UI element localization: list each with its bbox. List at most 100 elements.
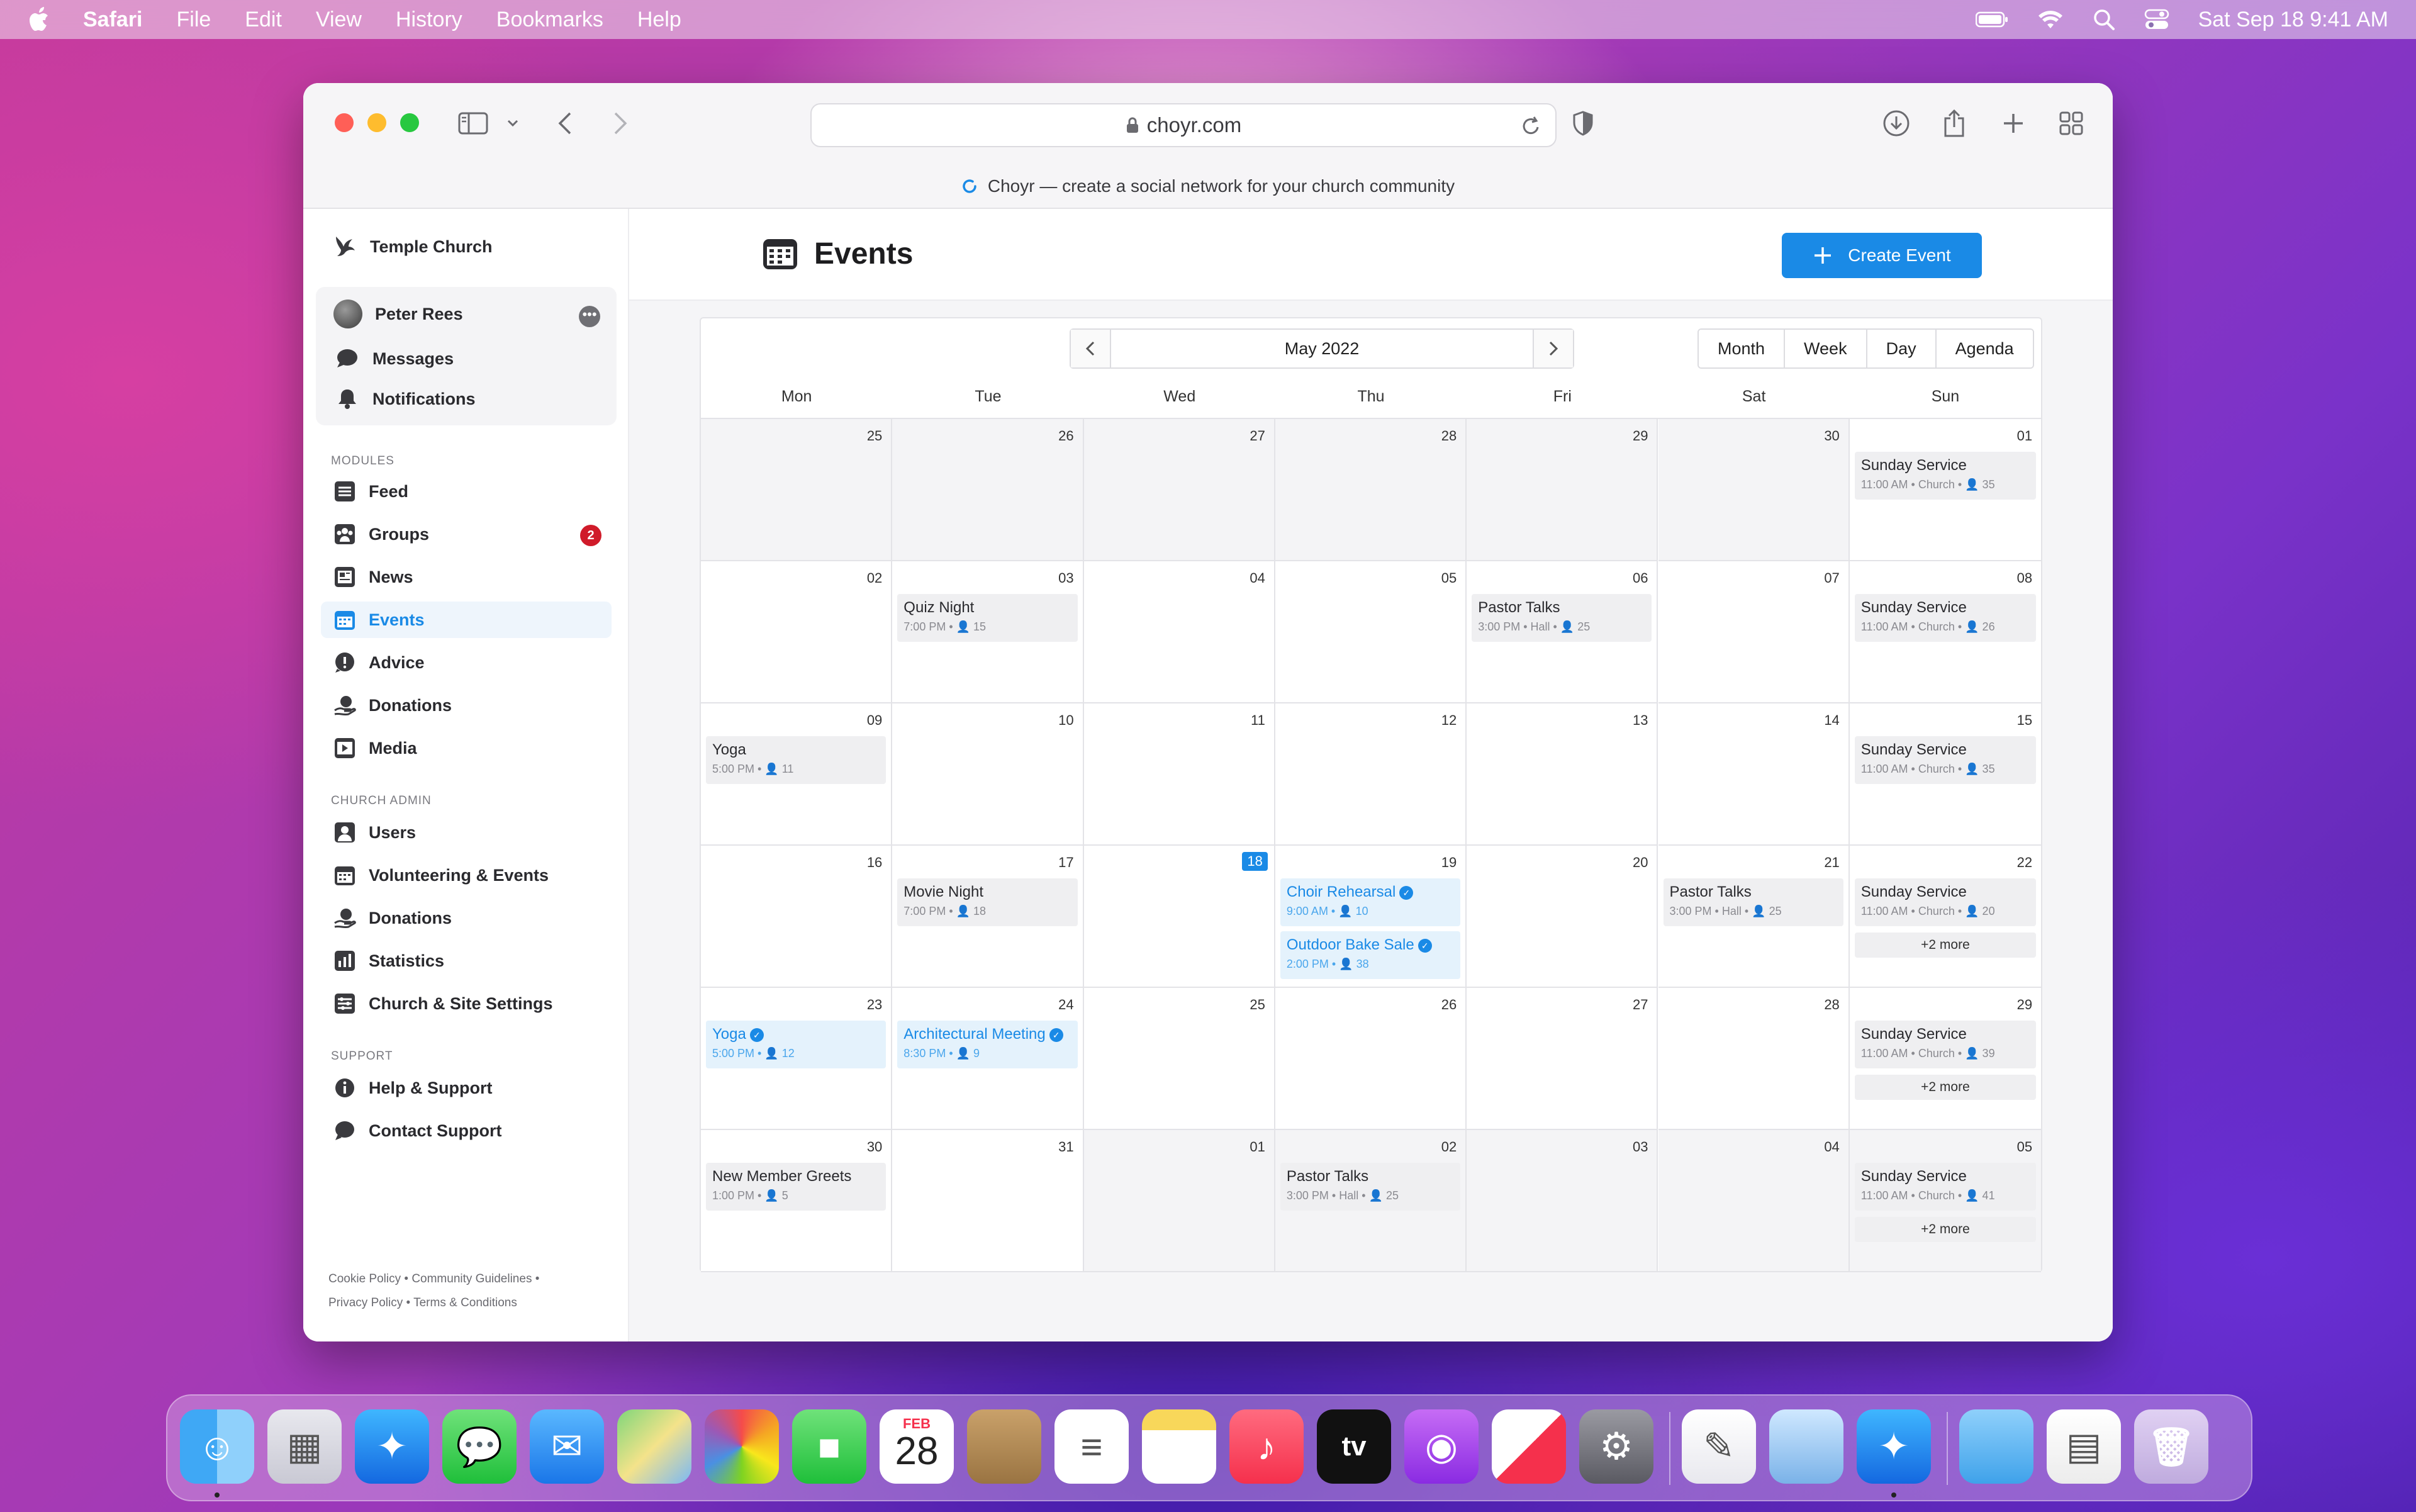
calendar-day-cell[interactable]: 28 — [1275, 419, 1467, 561]
sidebar-item-advice[interactable]: Advice — [321, 644, 612, 681]
calendar-day-cell[interactable]: 04 — [1083, 561, 1275, 703]
view-day-button[interactable]: Day — [1867, 330, 1937, 367]
menu-history[interactable]: History — [396, 8, 462, 32]
photos-icon[interactable] — [705, 1409, 779, 1484]
event-card[interactable]: Yoga 5:00 PM • 👤 11 — [706, 736, 886, 784]
calendar-day-cell[interactable]: 08 Sunday Service 11:00 AM • Church • 👤 26 — [1849, 561, 2042, 703]
event-card[interactable]: Architectural Meeting ✓ 8:30 PM • 👤 9 — [897, 1021, 1078, 1068]
forward-button[interactable] — [608, 107, 633, 140]
calendar-day-cell[interactable]: 26 — [1275, 988, 1467, 1130]
calendar-day-cell[interactable]: 25 — [701, 419, 893, 561]
menu-bookmarks[interactable]: Bookmarks — [496, 8, 603, 32]
calendar-day-cell[interactable]: 05 — [1275, 561, 1467, 703]
finder-icon[interactable]: ☺ — [180, 1409, 254, 1484]
calendar-day-cell[interactable]: 19 Choir Rehearsal ✓ 9:00 AM • 👤 10 Outdoor … — [1275, 846, 1467, 988]
view-agenda-button[interactable]: Agenda — [1936, 330, 2033, 367]
calendar-day-cell[interactable]: 11 — [1083, 703, 1275, 846]
footer-links-line-1[interactable]: Cookie Policy • Community Guidelines • — [328, 1267, 539, 1291]
event-card[interactable]: Pastor Talks 3:00 PM • Hall • 👤 25 — [1663, 878, 1843, 926]
calendar-day-cell[interactable]: 24 Architectural Meeting ✓ 8:30 PM • 👤 9 — [892, 988, 1084, 1130]
more-events-link[interactable]: +2 more — [1854, 932, 2037, 958]
calendar-day-cell[interactable]: 26 — [892, 419, 1084, 561]
calendar-day-cell[interactable]: 09 Yoga 5:00 PM • 👤 11 — [701, 703, 893, 846]
calendar-day-cell[interactable]: 28 — [1658, 988, 1850, 1130]
trash-icon[interactable]: 🗑 — [2134, 1409, 2208, 1484]
calendar-day-cell[interactable]: 30 New Member Greets 1:00 PM • 👤 5 — [701, 1130, 893, 1272]
church-brand[interactable]: Temple Church — [332, 234, 493, 259]
sidebar-item-donations[interactable]: Donations — [321, 687, 612, 724]
calendar-day-cell[interactable]: 15 Sunday Service 11:00 AM • Church • 👤 35 — [1849, 703, 2042, 846]
calendar-day-cell[interactable]: 03 — [1467, 1130, 1658, 1272]
more-options-icon[interactable]: ••• — [579, 306, 600, 327]
safari-2-icon[interactable]: ✦ — [1857, 1409, 1931, 1484]
contacts-icon[interactable] — [967, 1409, 1041, 1484]
notifications-link[interactable]: Notifications — [335, 388, 476, 410]
calendar-day-cell[interactable]: 10 — [892, 703, 1084, 846]
calendar-day-cell[interactable]: 29 Sunday Service 11:00 AM • Church • 👤 39… — [1849, 988, 2042, 1130]
calendar-day-cell[interactable]: 06 Pastor Talks 3:00 PM • Hall • 👤 25 — [1467, 561, 1658, 703]
textedit-icon[interactable]: ✎ — [1682, 1409, 1756, 1484]
apple-logo-icon[interactable] — [28, 6, 53, 33]
tab-overview-icon[interactable] — [2056, 107, 2086, 140]
minimize-window-button[interactable] — [367, 113, 386, 132]
tv-icon[interactable]: tv — [1317, 1409, 1391, 1484]
calendar-day-cell[interactable]: 16 — [701, 846, 893, 988]
event-card[interactable]: Yoga ✓ 5:00 PM • 👤 12 — [706, 1021, 886, 1068]
control-center-icon[interactable] — [2144, 9, 2169, 30]
calendar-day-cell[interactable]: 12 — [1275, 703, 1467, 846]
messages-link[interactable]: Messages — [335, 347, 454, 370]
calendar-day-cell[interactable]: 25 — [1083, 988, 1275, 1130]
event-card[interactable]: Pastor Talks 3:00 PM • Hall • 👤 25 — [1280, 1163, 1461, 1211]
sidebar-item-help-support[interactable]: Help & Support — [321, 1070, 612, 1106]
sidebar-item-events[interactable]: Events — [321, 602, 612, 638]
spotlight-search-icon[interactable] — [2093, 8, 2115, 31]
event-card[interactable]: Outdoor Bake Sale ✓ 2:00 PM • 👤 38 — [1280, 931, 1461, 979]
back-button[interactable] — [552, 107, 578, 140]
new-tab-icon[interactable] — [1998, 107, 2028, 140]
sidebar-item-volunteering-events[interactable]: Volunteering & Events — [321, 857, 612, 893]
calendar-day-cell[interactable]: 02 Pastor Talks 3:00 PM • Hall • 👤 25 — [1275, 1130, 1467, 1272]
sidebar-item-statistics[interactable]: Statistics — [321, 943, 612, 979]
reminders-icon[interactable]: ≡ — [1054, 1409, 1129, 1484]
facetime-icon[interactable]: ■ — [792, 1409, 866, 1484]
maps-icon[interactable] — [617, 1409, 691, 1484]
share-icon[interactable] — [1939, 107, 1969, 140]
calendar-day-cell[interactable]: 01 — [1083, 1130, 1275, 1272]
sidebar-item-groups[interactable]: Groups 2 — [321, 516, 612, 552]
more-events-link[interactable]: +2 more — [1854, 1075, 2037, 1100]
sidebar-item-news[interactable]: News — [321, 559, 612, 595]
mail-icon[interactable]: ✉ — [530, 1409, 604, 1484]
preview-icon[interactable] — [1769, 1409, 1843, 1484]
event-card[interactable]: Sunday Service 11:00 AM • Church • 👤 20 — [1854, 878, 2037, 926]
event-card[interactable]: Sunday Service 11:00 AM • Church • 👤 41 — [1854, 1163, 2037, 1211]
downloads-icon[interactable] — [1881, 107, 1911, 140]
event-card[interactable]: Quiz Night 7:00 PM • 👤 15 — [897, 594, 1078, 642]
calendar-icon[interactable]: FEB 28 — [880, 1409, 954, 1484]
calendar-day-cell[interactable]: 07 — [1658, 561, 1850, 703]
battery-icon[interactable] — [1975, 11, 2008, 28]
calendar-day-cell[interactable]: 29 — [1467, 419, 1658, 561]
news-icon[interactable] — [1492, 1409, 1566, 1484]
next-month-button[interactable] — [1533, 330, 1573, 367]
document-icon[interactable]: ▤ — [2047, 1409, 2121, 1484]
menu-file[interactable]: File — [177, 8, 211, 32]
chevron-down-icon[interactable] — [503, 107, 522, 140]
zoom-window-button[interactable] — [400, 113, 419, 132]
event-card[interactable]: Sunday Service 11:00 AM • Church • 👤 35 — [1854, 452, 2037, 500]
menu-app-name[interactable]: Safari — [83, 8, 143, 32]
calendar-day-cell[interactable]: 03 Quiz Night 7:00 PM • 👤 15 — [892, 561, 1084, 703]
event-card[interactable]: Sunday Service 11:00 AM • Church • 👤 39 — [1854, 1021, 2037, 1068]
podcasts-icon[interactable]: ◉ — [1404, 1409, 1479, 1484]
calendar-day-cell[interactable]: 18 — [1083, 846, 1275, 988]
privacy-shield-icon[interactable] — [1570, 107, 1596, 140]
calendar-day-cell[interactable]: 05 Sunday Service 11:00 AM • Church • 👤 41… — [1849, 1130, 2042, 1272]
safari-icon[interactable]: ✦ — [355, 1409, 429, 1484]
folder-icon[interactable] — [1959, 1409, 2033, 1484]
event-card[interactable]: Movie Night 7:00 PM • 👤 18 — [897, 878, 1078, 926]
close-window-button[interactable] — [335, 113, 354, 132]
event-card[interactable]: Choir Rehearsal ✓ 9:00 AM • 👤 10 — [1280, 878, 1461, 926]
previous-month-button[interactable] — [1071, 330, 1111, 367]
sidebar-item-feed[interactable]: Feed — [321, 473, 612, 510]
calendar-day-cell[interactable]: 04 — [1658, 1130, 1850, 1272]
menu-view[interactable]: View — [316, 8, 362, 32]
